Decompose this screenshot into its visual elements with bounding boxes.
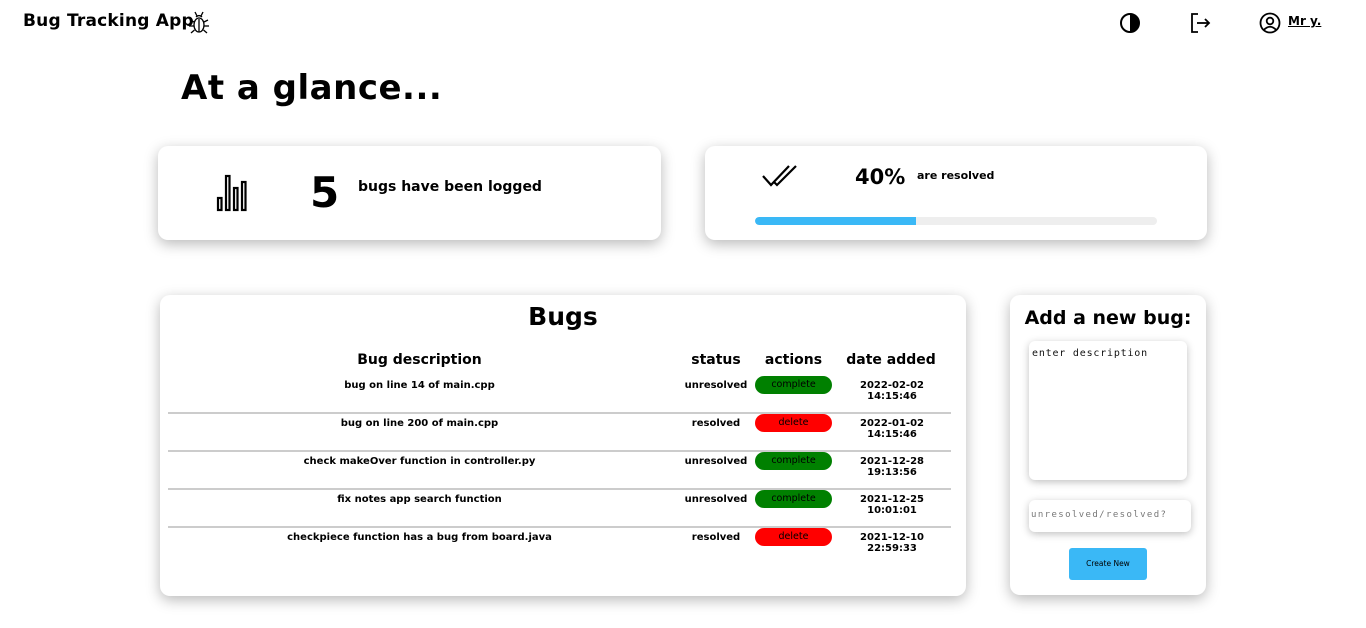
- bug-description: checkpiece function has a bug from board…: [287, 532, 552, 543]
- bug-date: 2021-12-10 22:59:33: [860, 532, 924, 554]
- delete-button[interactable]: delete: [755, 528, 832, 546]
- table-row: bug on line 14 of main.cpp unresolved comp…: [168, 376, 951, 414]
- delete-button[interactable]: delete: [755, 414, 832, 432]
- table-row: fix notes app search function unresolved c…: [168, 490, 951, 528]
- bug-description: bug on line 14 of main.cpp: [344, 380, 495, 391]
- description-placeholder: enter description: [1032, 348, 1148, 359]
- header-date: date added: [846, 352, 936, 368]
- contrast-icon[interactable]: [1119, 12, 1141, 34]
- bug-count-label: bugs have been logged: [358, 179, 542, 195]
- bug-date: 2021-12-28 19:13:56: [860, 456, 924, 478]
- complete-button[interactable]: complete: [755, 376, 832, 394]
- bug-status: resolved: [691, 532, 741, 543]
- add-bug-title: Add a new bug:: [1024, 307, 1192, 329]
- bug-icon: [189, 11, 209, 34]
- header-actions: actions: [764, 352, 823, 368]
- bug-status: resolved: [691, 418, 741, 429]
- create-new-button[interactable]: Create New: [1069, 548, 1147, 580]
- bugs-table-title: Bugs: [528, 302, 598, 331]
- bar-chart-icon: [216, 174, 247, 212]
- bug-description: fix notes app search function: [337, 494, 502, 505]
- logout-icon[interactable]: [1189, 12, 1211, 34]
- bug-date: 2022-01-02 14:15:46: [860, 418, 924, 440]
- status-input[interactable]: unresolved/resolved?: [1029, 500, 1191, 532]
- status-placeholder: unresolved/resolved?: [1031, 510, 1168, 520]
- bug-status: unresolved: [684, 380, 748, 391]
- double-check-icon: [762, 165, 797, 187]
- page-heading: At a glance...: [181, 68, 443, 108]
- bug-date: 2022-02-02 14:15:46: [860, 380, 924, 402]
- resolved-label: are resolved: [917, 169, 995, 182]
- bug-status: unresolved: [684, 494, 748, 505]
- resolved-percent: 40%: [855, 165, 906, 189]
- bug-status: unresolved: [684, 456, 748, 467]
- header-status: status: [691, 352, 741, 368]
- app-title: Bug Tracking App: [23, 11, 194, 31]
- bug-date: 2021-12-25 10:01:01: [860, 494, 924, 516]
- user-circle-icon[interactable]: [1259, 12, 1281, 34]
- resolved-progress-fill: [755, 217, 916, 225]
- navbar: Bug Tracking App Mr y.: [0, 0, 1366, 46]
- resolved-card: 40% are resolved: [705, 146, 1207, 240]
- complete-button[interactable]: complete: [755, 490, 832, 508]
- complete-button[interactable]: complete: [755, 452, 832, 470]
- bug-description: bug on line 200 of main.cpp: [340, 418, 499, 429]
- table-row: bug on line 200 of main.cpp resolved delet…: [168, 414, 951, 452]
- table-row: checkpiece function has a bug from board…: [168, 528, 951, 566]
- description-input[interactable]: enter description: [1029, 341, 1187, 480]
- table-row: check makeOver function in controller.py…: [168, 452, 951, 490]
- user-name-link[interactable]: Mr y.: [1288, 14, 1321, 28]
- header-description: Bug description: [357, 352, 482, 368]
- bug-description: check makeOver function in controller.py: [303, 456, 536, 467]
- bug-count-card: 5 bugs have been logged: [158, 146, 661, 240]
- resolved-progress-bar: [755, 217, 1157, 225]
- bug-count: 5: [310, 168, 340, 217]
